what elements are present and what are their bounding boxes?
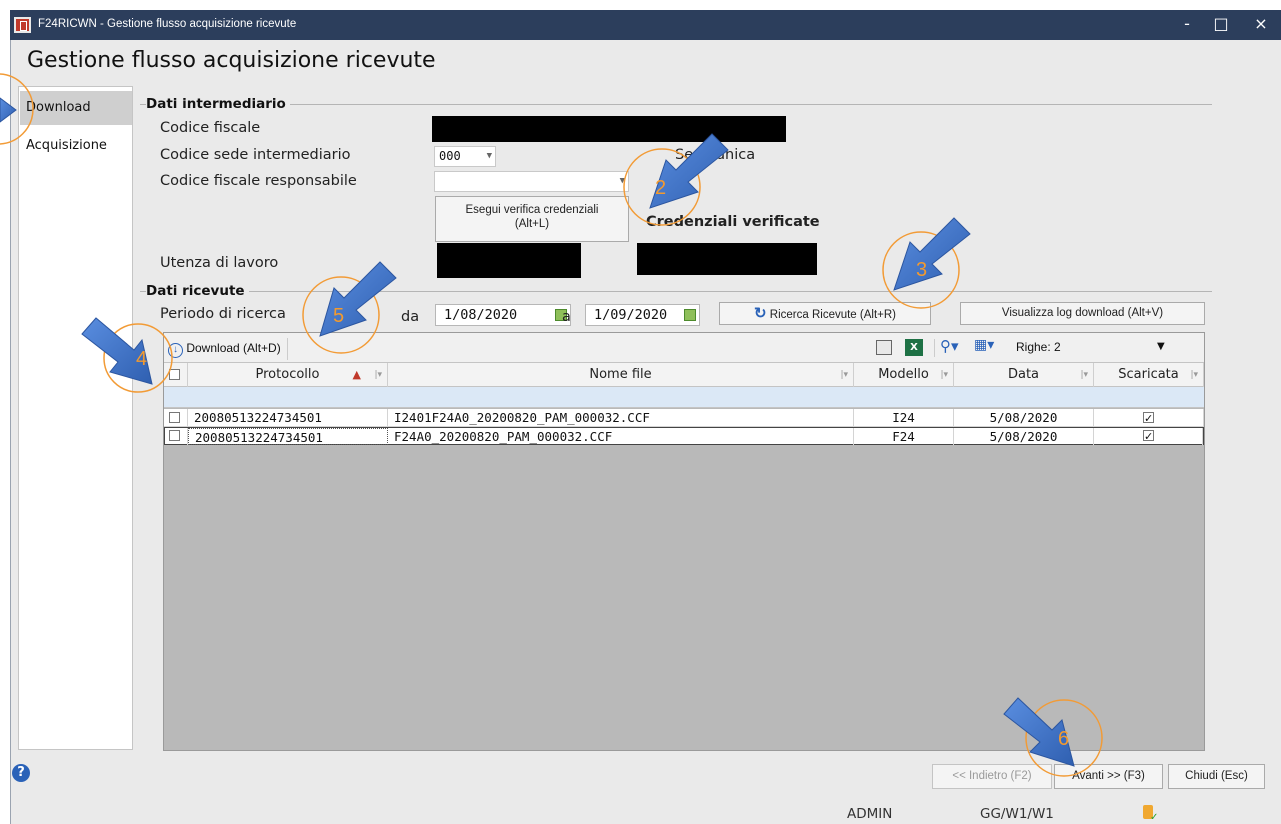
annotation-number: 2 [655,177,667,199]
annotation-number: 5 [333,305,345,327]
annotation-number: 3 [916,259,928,281]
annotation-arrow [0,97,17,123]
annotation-overlay [0,73,1103,777]
annotation-arrow [319,261,397,337]
annotation-number: 4 [136,348,148,370]
annotation-number: 6 [1058,728,1070,750]
